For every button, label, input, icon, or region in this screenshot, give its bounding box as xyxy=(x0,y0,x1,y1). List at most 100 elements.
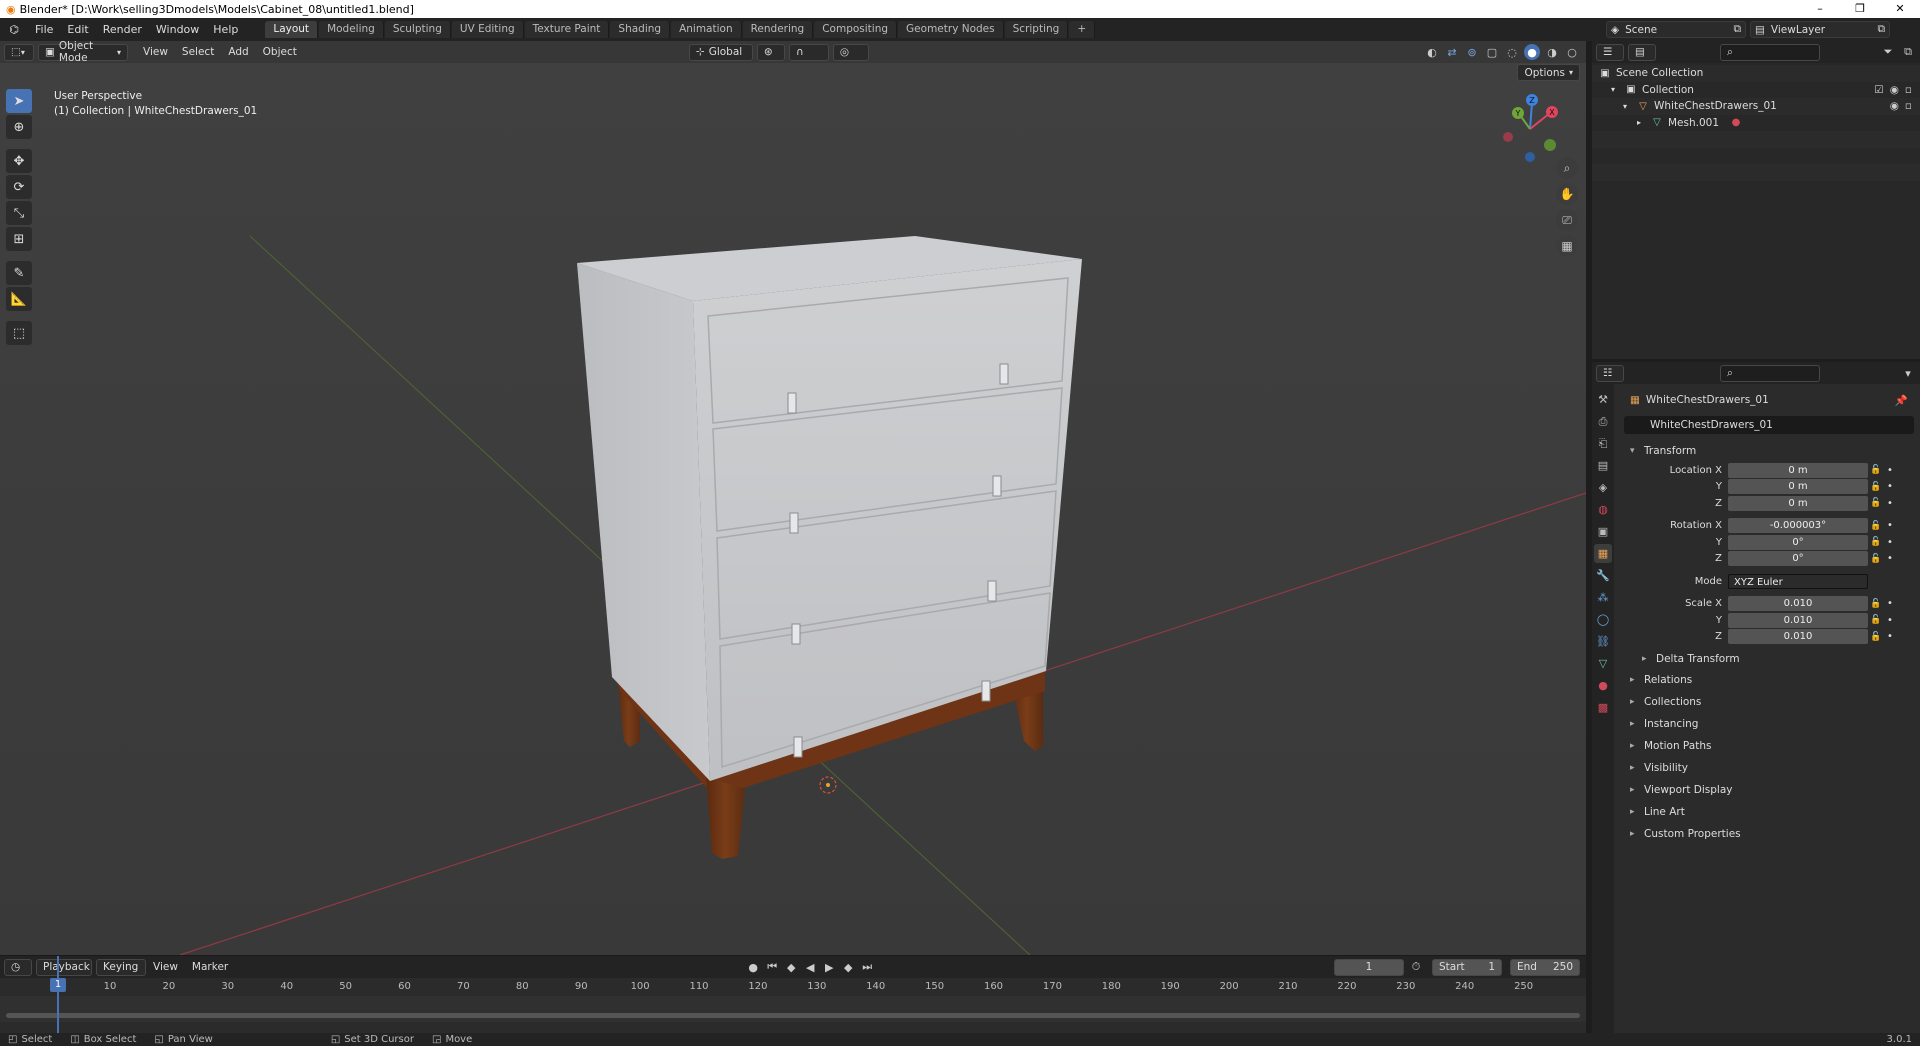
physics-tab-icon[interactable]: ◯ xyxy=(1594,610,1612,629)
particles-tab-icon[interactable]: ⁂ xyxy=(1594,588,1612,607)
lock-icon[interactable]: 🔓 xyxy=(1868,599,1884,609)
collection-tab-icon[interactable]: ▣ xyxy=(1594,522,1612,541)
mode-dropdown[interactable]: ▣ Object Mode ▾ xyxy=(38,41,128,64)
scene-selector[interactable]: ◈ Scene ⧉ xyxy=(1606,21,1746,38)
section-collections[interactable]: ▸ Collections xyxy=(1624,691,1914,713)
chevron-down-icon[interactable]: ▾ xyxy=(1900,365,1916,381)
rotation-mode-dropdown[interactable]: XYZ Euler xyxy=(1728,573,1868,589)
camera-icon[interactable]: ▫ xyxy=(1905,100,1912,112)
menu-edit[interactable]: Edit xyxy=(60,18,95,41)
jump-end-icon[interactable]: ⏭ xyxy=(859,959,875,975)
rotation-y-field[interactable]: 0° xyxy=(1728,534,1868,550)
menu-help[interactable]: Help xyxy=(206,18,245,41)
tab-shading[interactable]: Shading xyxy=(610,21,671,38)
playhead-line[interactable] xyxy=(57,956,59,1034)
data-tab-icon[interactable]: ▽ xyxy=(1594,654,1612,673)
outliner-editor[interactable]: ☰ ▤ ⌕ ⏷ ⧉ ▣ Scene Collection ▾ ▣ Collect… xyxy=(1589,41,1920,359)
menu-view[interactable]: View xyxy=(136,46,175,58)
blender-menu-icon[interactable]: ⌬ xyxy=(4,20,24,40)
add-cube-tool[interactable]: ⬚ xyxy=(6,321,32,345)
scene-tab-icon[interactable]: ◈ xyxy=(1594,478,1612,497)
scale-x-field[interactable]: 0.010 xyxy=(1728,596,1868,612)
constraints-tab-icon[interactable]: ⛓ xyxy=(1594,632,1612,651)
keyframe-dot-icon[interactable]: • xyxy=(1884,465,1896,476)
playback-dropdown[interactable]: Playback xyxy=(36,958,92,976)
scale-z-field[interactable]: 0.010 xyxy=(1728,629,1868,645)
tab-modeling[interactable]: Modeling xyxy=(319,21,384,38)
close-button[interactable]: ✕ xyxy=(1880,0,1920,18)
outliner-row-object[interactable]: ▾ ▽ WhiteChestDrawers_01 ◉ ▫ xyxy=(1592,98,1920,115)
keying-dropdown[interactable]: Keying xyxy=(96,958,146,976)
gizmo-neg-z-handle[interactable] xyxy=(1525,152,1535,162)
view-layer-new-icon[interactable]: ⧉ xyxy=(1878,23,1886,36)
section-viewport-display[interactable]: ▸ Viewport Display xyxy=(1624,779,1914,801)
scale-tool[interactable]: ⤡ xyxy=(6,201,32,225)
move-tool[interactable]: ✥ xyxy=(6,149,32,173)
select-box-tool[interactable]: ➤ xyxy=(6,89,32,113)
tab-scripting[interactable]: Scripting xyxy=(1004,21,1069,38)
options-button[interactable]: Options ▾ xyxy=(1517,64,1580,81)
tab-rendering[interactable]: Rendering xyxy=(742,21,814,38)
location-y-field[interactable]: 0 m xyxy=(1728,479,1868,495)
view-layer-tab-icon[interactable]: ▤ xyxy=(1594,456,1612,475)
snap-toggle[interactable]: ∩ xyxy=(788,43,829,61)
keyframe-dot-icon[interactable]: • xyxy=(1884,631,1896,642)
3d-viewport[interactable]: ⬚ ▾ ▣ Object Mode ▾ View Select Add Objec… xyxy=(0,41,1586,955)
expand-arrow-icon[interactable]: ▾ xyxy=(1606,85,1620,94)
expand-arrow-icon[interactable]: ▸ xyxy=(1632,118,1646,127)
section-custom-properties[interactable]: ▸ Custom Properties xyxy=(1624,823,1914,845)
new-collection-icon[interactable]: ⧉ xyxy=(1900,44,1916,60)
tool-tab-icon[interactable]: ⚒ xyxy=(1594,390,1612,409)
proportional-toggle[interactable]: ◎ xyxy=(832,43,869,61)
material-tab-icon[interactable]: ● xyxy=(1594,676,1612,695)
properties-search-input[interactable]: ⌕ xyxy=(1720,364,1820,382)
wireframe-shading-icon[interactable]: ◌ xyxy=(1504,44,1520,60)
object-tab-icon[interactable]: ▦ xyxy=(1594,544,1612,563)
modifier-tab-icon[interactable]: 🔧 xyxy=(1594,566,1612,585)
menu-add[interactable]: Add xyxy=(221,46,255,58)
properties-editor[interactable]: ☷ ⌕ ▾ ⚒ ⎙ ⎗ ▤ ◈ ◍ ▣ ▦ 🔧 ⁂ ◯ ⛓ ▽ ● ▩ ▦ Wh… xyxy=(1589,359,1920,1034)
expand-arrow-icon[interactable]: ▾ xyxy=(1618,102,1632,111)
output-tab-icon[interactable]: ⎗ xyxy=(1594,434,1612,453)
timeline-body[interactable] xyxy=(0,996,1586,1022)
next-keyframe-icon[interactable]: ◆ xyxy=(840,959,856,975)
tab-geometry-nodes[interactable]: Geometry Nodes xyxy=(898,21,1004,38)
editor-type-button[interactable]: ⬚ ▾ xyxy=(4,43,34,61)
delta-transform-header[interactable]: ▸ Delta Transform xyxy=(1624,649,1914,669)
outliner-row-scene-collection[interactable]: ▣ Scene Collection xyxy=(1592,65,1920,82)
outliner-editor-type-button[interactable]: ☰ xyxy=(1596,43,1624,61)
visibility-icon[interactable]: ◐ xyxy=(1424,44,1440,60)
timeline-menu-marker[interactable]: Marker xyxy=(185,961,235,973)
menu-object[interactable]: Object xyxy=(256,46,304,58)
keyframe-dot-icon[interactable]: • xyxy=(1884,615,1896,626)
zoom-icon[interactable]: ⌕ xyxy=(1556,157,1578,179)
keyframe-dot-icon[interactable]: • xyxy=(1884,598,1896,609)
timeline-menu-view[interactable]: View xyxy=(146,961,185,973)
outliner-search-input[interactable]: ⌕ xyxy=(1720,43,1820,61)
tab-compositing[interactable]: Compositing xyxy=(814,21,898,38)
play-reverse-icon[interactable]: ◀ xyxy=(802,959,818,975)
scale-y-field[interactable]: 0.010 xyxy=(1728,612,1868,628)
playhead-frame-label[interactable]: 1 xyxy=(50,978,66,992)
tab-layout[interactable]: Layout xyxy=(265,21,319,38)
jump-start-icon[interactable]: ⏮ xyxy=(764,959,780,975)
end-frame-field[interactable]: End 250 xyxy=(1510,958,1580,976)
texture-tab-icon[interactable]: ▩ xyxy=(1594,698,1612,717)
stopwatch-icon[interactable]: ⏱ xyxy=(1408,959,1424,975)
tab-animation[interactable]: Animation xyxy=(671,21,742,38)
keyframe-dot-icon[interactable]: • xyxy=(1884,553,1896,564)
camera-icon[interactable]: ▫ xyxy=(1905,84,1912,96)
outliner-row-collection[interactable]: ▾ ▣ Collection ☑ ◉ ▫ xyxy=(1592,82,1920,99)
rotate-tool[interactable]: ⟳ xyxy=(6,175,32,199)
outliner-row-mesh[interactable]: ▸ ▽ Mesh.001 ● xyxy=(1592,115,1920,132)
location-x-field[interactable]: 0 m xyxy=(1728,462,1868,478)
add-workspace-button[interactable]: + xyxy=(1069,21,1096,38)
tab-uv-editing[interactable]: UV Editing xyxy=(451,21,524,38)
lock-icon[interactable]: 🔓 xyxy=(1868,537,1884,547)
keyframe-dot-icon[interactable]: • xyxy=(1884,520,1896,531)
properties-editor-type-button[interactable]: ☷ xyxy=(1596,364,1624,382)
section-visibility[interactable]: ▸ Visibility xyxy=(1624,757,1914,779)
keyframe-dot-icon[interactable]: • xyxy=(1884,498,1896,509)
overlays-icon[interactable]: ⊚ xyxy=(1464,44,1480,60)
current-frame-field[interactable]: 1 xyxy=(1334,958,1404,976)
